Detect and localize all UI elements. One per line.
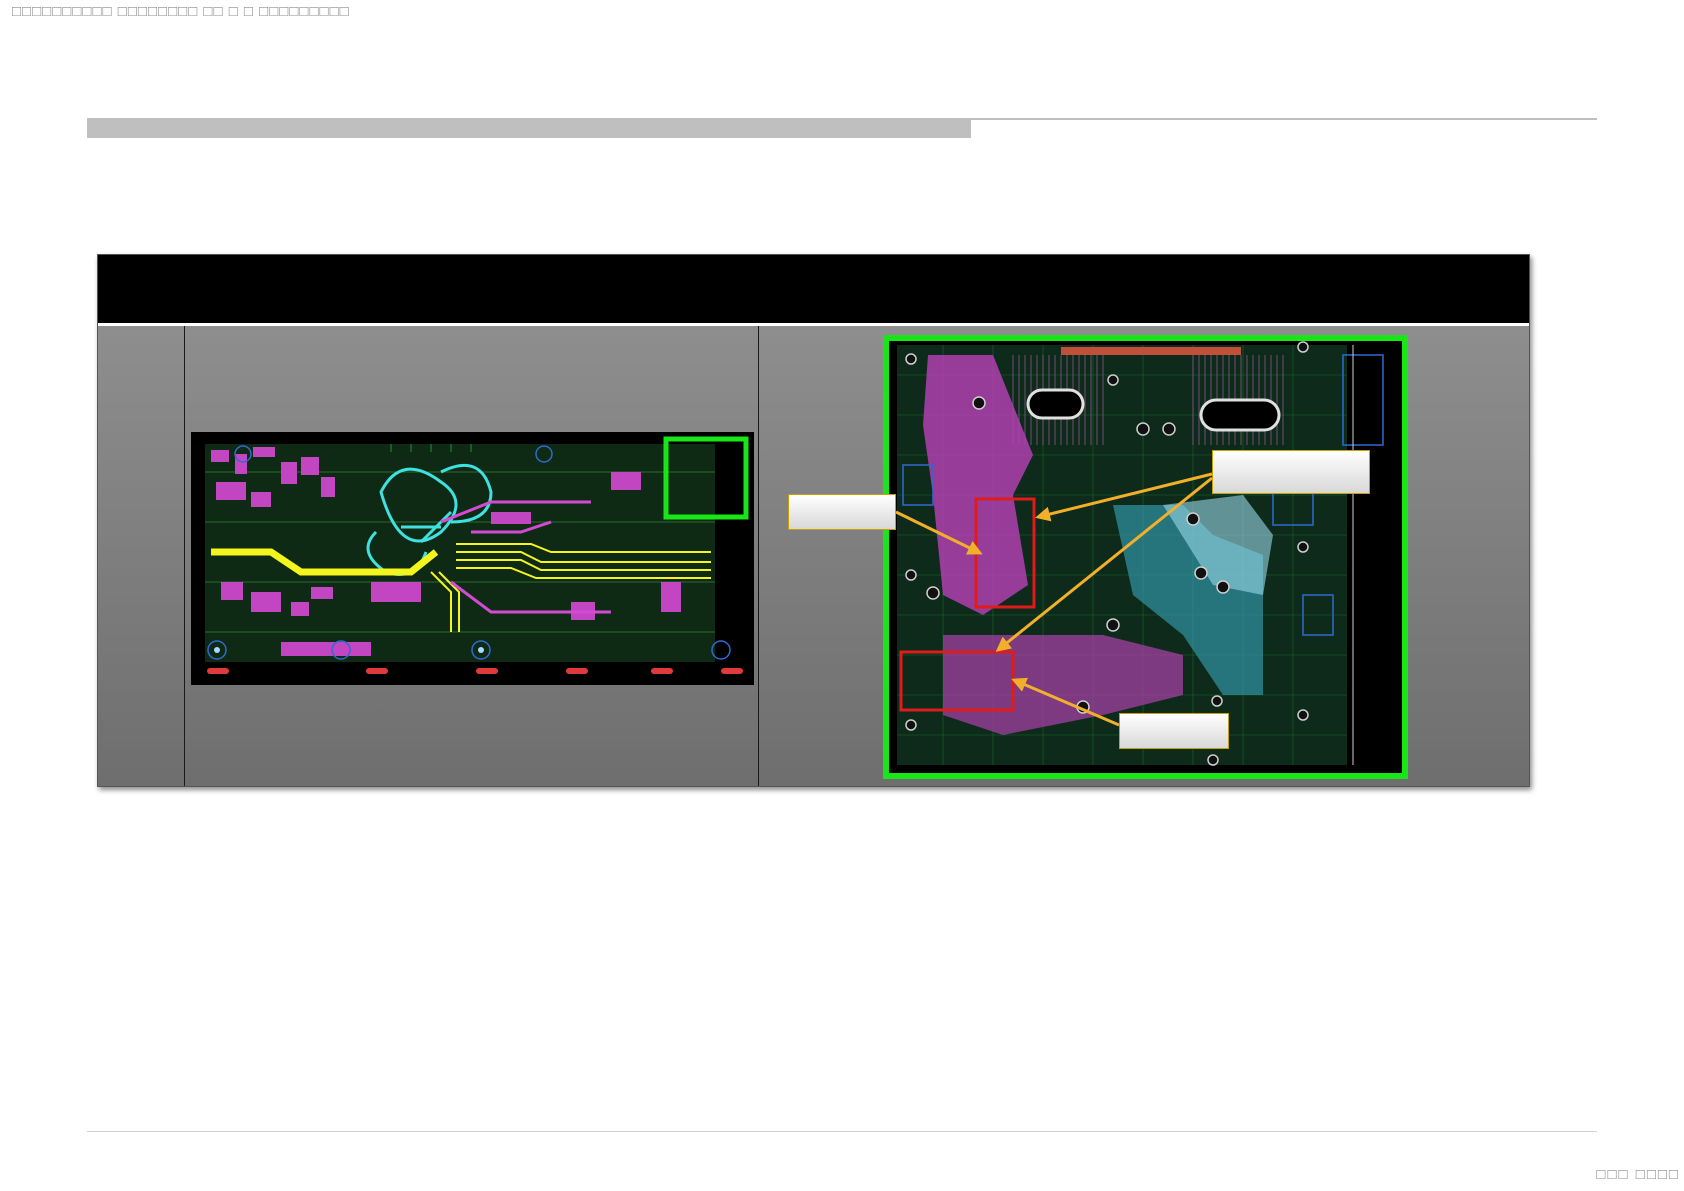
- callout-label: [1119, 713, 1229, 749]
- title-underline: [971, 118, 1597, 120]
- callout-label: [1212, 450, 1370, 494]
- column-divider: [758, 326, 759, 786]
- footer-rule: [87, 1131, 1597, 1132]
- callout-label: [788, 494, 896, 530]
- slide-title-bar: [87, 118, 971, 138]
- column-divider: [184, 326, 185, 786]
- page-number: □□□ □□□□: [1596, 1166, 1680, 1183]
- table-body: [98, 326, 1529, 786]
- table-header: [98, 255, 1529, 323]
- pcb-layout-overview-image: [191, 432, 754, 685]
- document-header: □□□□□□□□□□ □□□□□□□□ □□ □ □ □□□□□□□□□: [12, 3, 350, 20]
